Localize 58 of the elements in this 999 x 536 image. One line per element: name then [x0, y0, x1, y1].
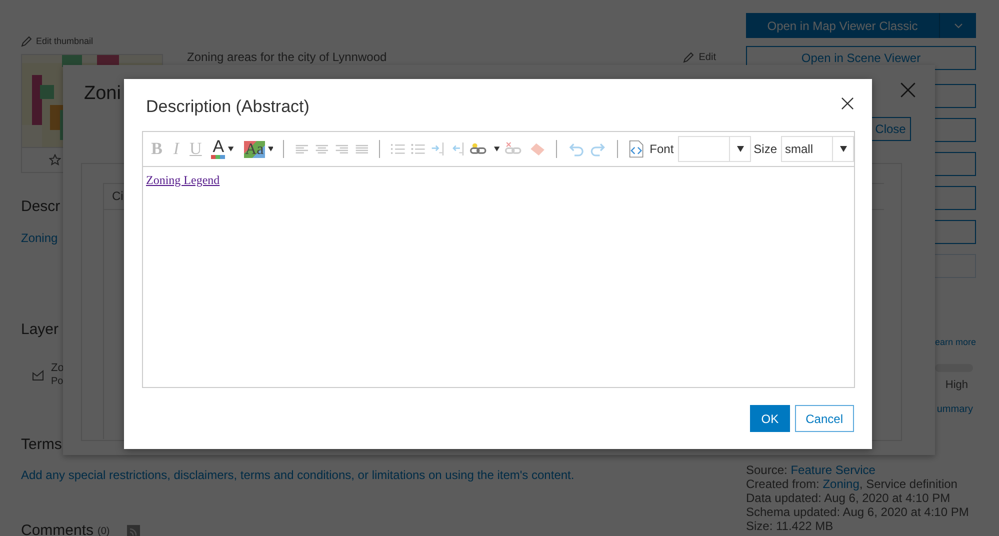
- pencil-icon: [21, 36, 32, 46]
- terms-link[interactable]: Add any special restrictions, disclaimers, terms and conditions, or limitations on using the item's content.: [21, 468, 574, 482]
- slider-label: High: [945, 379, 968, 391]
- polygon-layer-icon: [32, 370, 44, 380]
- eraser-icon[interactable]: [528, 141, 545, 157]
- html-source-icon[interactable]: [629, 138, 644, 160]
- layer-name[interactable]: Zo: [51, 361, 64, 375]
- pencil-icon: [682, 52, 694, 62]
- indent-icon[interactable]: [430, 141, 445, 157]
- unlink-icon[interactable]: [504, 141, 523, 157]
- open-map-viewer-button[interactable]: Open in Map Viewer Classic: [746, 13, 976, 38]
- comment-count: (0): [98, 526, 110, 536]
- detail-link[interactable]: Zoning: [822, 477, 860, 491]
- align-center-icon[interactable]: [315, 142, 329, 156]
- ok-button[interactable]: OK: [750, 405, 790, 432]
- align-justify-icon[interactable]: [354, 142, 368, 156]
- summary-link[interactable]: ummary: [936, 404, 973, 415]
- detail-line: Source: Feature Service: [746, 463, 876, 477]
- detail-line: Data updated: Aug 6, 2020 at 4:10 PM: [746, 491, 952, 505]
- item-summary: Zoning areas for the city of Lynnwood: [187, 50, 387, 64]
- dialog-title: Zoni: [84, 83, 121, 105]
- caret-icon[interactable]: [268, 146, 274, 152]
- layer-type: Po: [51, 375, 64, 389]
- redo-icon[interactable]: [590, 141, 606, 157]
- caret-icon[interactable]: [494, 146, 500, 152]
- cancel-button[interactable]: Cancel: [794, 405, 854, 432]
- detail-line: Schema updated: Aug 6, 2020 at 4:10 PM: [746, 505, 970, 519]
- legend-link[interactable]: Zoning Legend: [146, 173, 220, 187]
- dialog-title: Description (Abstract): [146, 97, 310, 117]
- close-button[interactable]: Close: [870, 117, 911, 141]
- font-color-button[interactable]: A: [211, 139, 226, 159]
- chevron-down-icon[interactable]: [954, 22, 962, 28]
- align-right-icon[interactable]: [334, 142, 349, 156]
- numbered-list-icon[interactable]: [391, 142, 406, 156]
- detail-line: Created from: Zoning, Service definition: [746, 477, 958, 491]
- detail-line: Size: 11.422 MB: [746, 519, 834, 533]
- section-heading: Layer: [21, 321, 60, 339]
- section-heading: Descr: [21, 198, 62, 216]
- learn-more-link[interactable]: earn more: [934, 337, 976, 347]
- section-heading: Terms: [21, 436, 63, 454]
- detail-link[interactable]: Feature Service: [790, 463, 876, 477]
- link-icon[interactable]: [470, 141, 488, 157]
- size-label: Size: [754, 142, 778, 156]
- size-select[interactable]: small: [781, 136, 854, 162]
- edit-thumbnail-link[interactable]: Edit thumbnail: [36, 36, 94, 46]
- caret-icon[interactable]: [228, 146, 234, 152]
- outdent-icon[interactable]: [450, 141, 464, 157]
- close-icon[interactable]: [841, 97, 854, 110]
- edit-link[interactable]: Edit: [698, 52, 716, 62]
- rss-icon[interactable]: [126, 524, 140, 536]
- font-label: Font: [650, 142, 674, 156]
- align-left-icon[interactable]: [295, 142, 310, 156]
- bullet-list-icon[interactable]: [411, 142, 425, 156]
- caret-icon[interactable]: [736, 146, 744, 152]
- description-link[interactable]: Zoning: [21, 231, 58, 245]
- star-icon[interactable]: [49, 154, 61, 166]
- undo-icon[interactable]: [568, 141, 584, 157]
- section-heading: Comments: [21, 522, 94, 536]
